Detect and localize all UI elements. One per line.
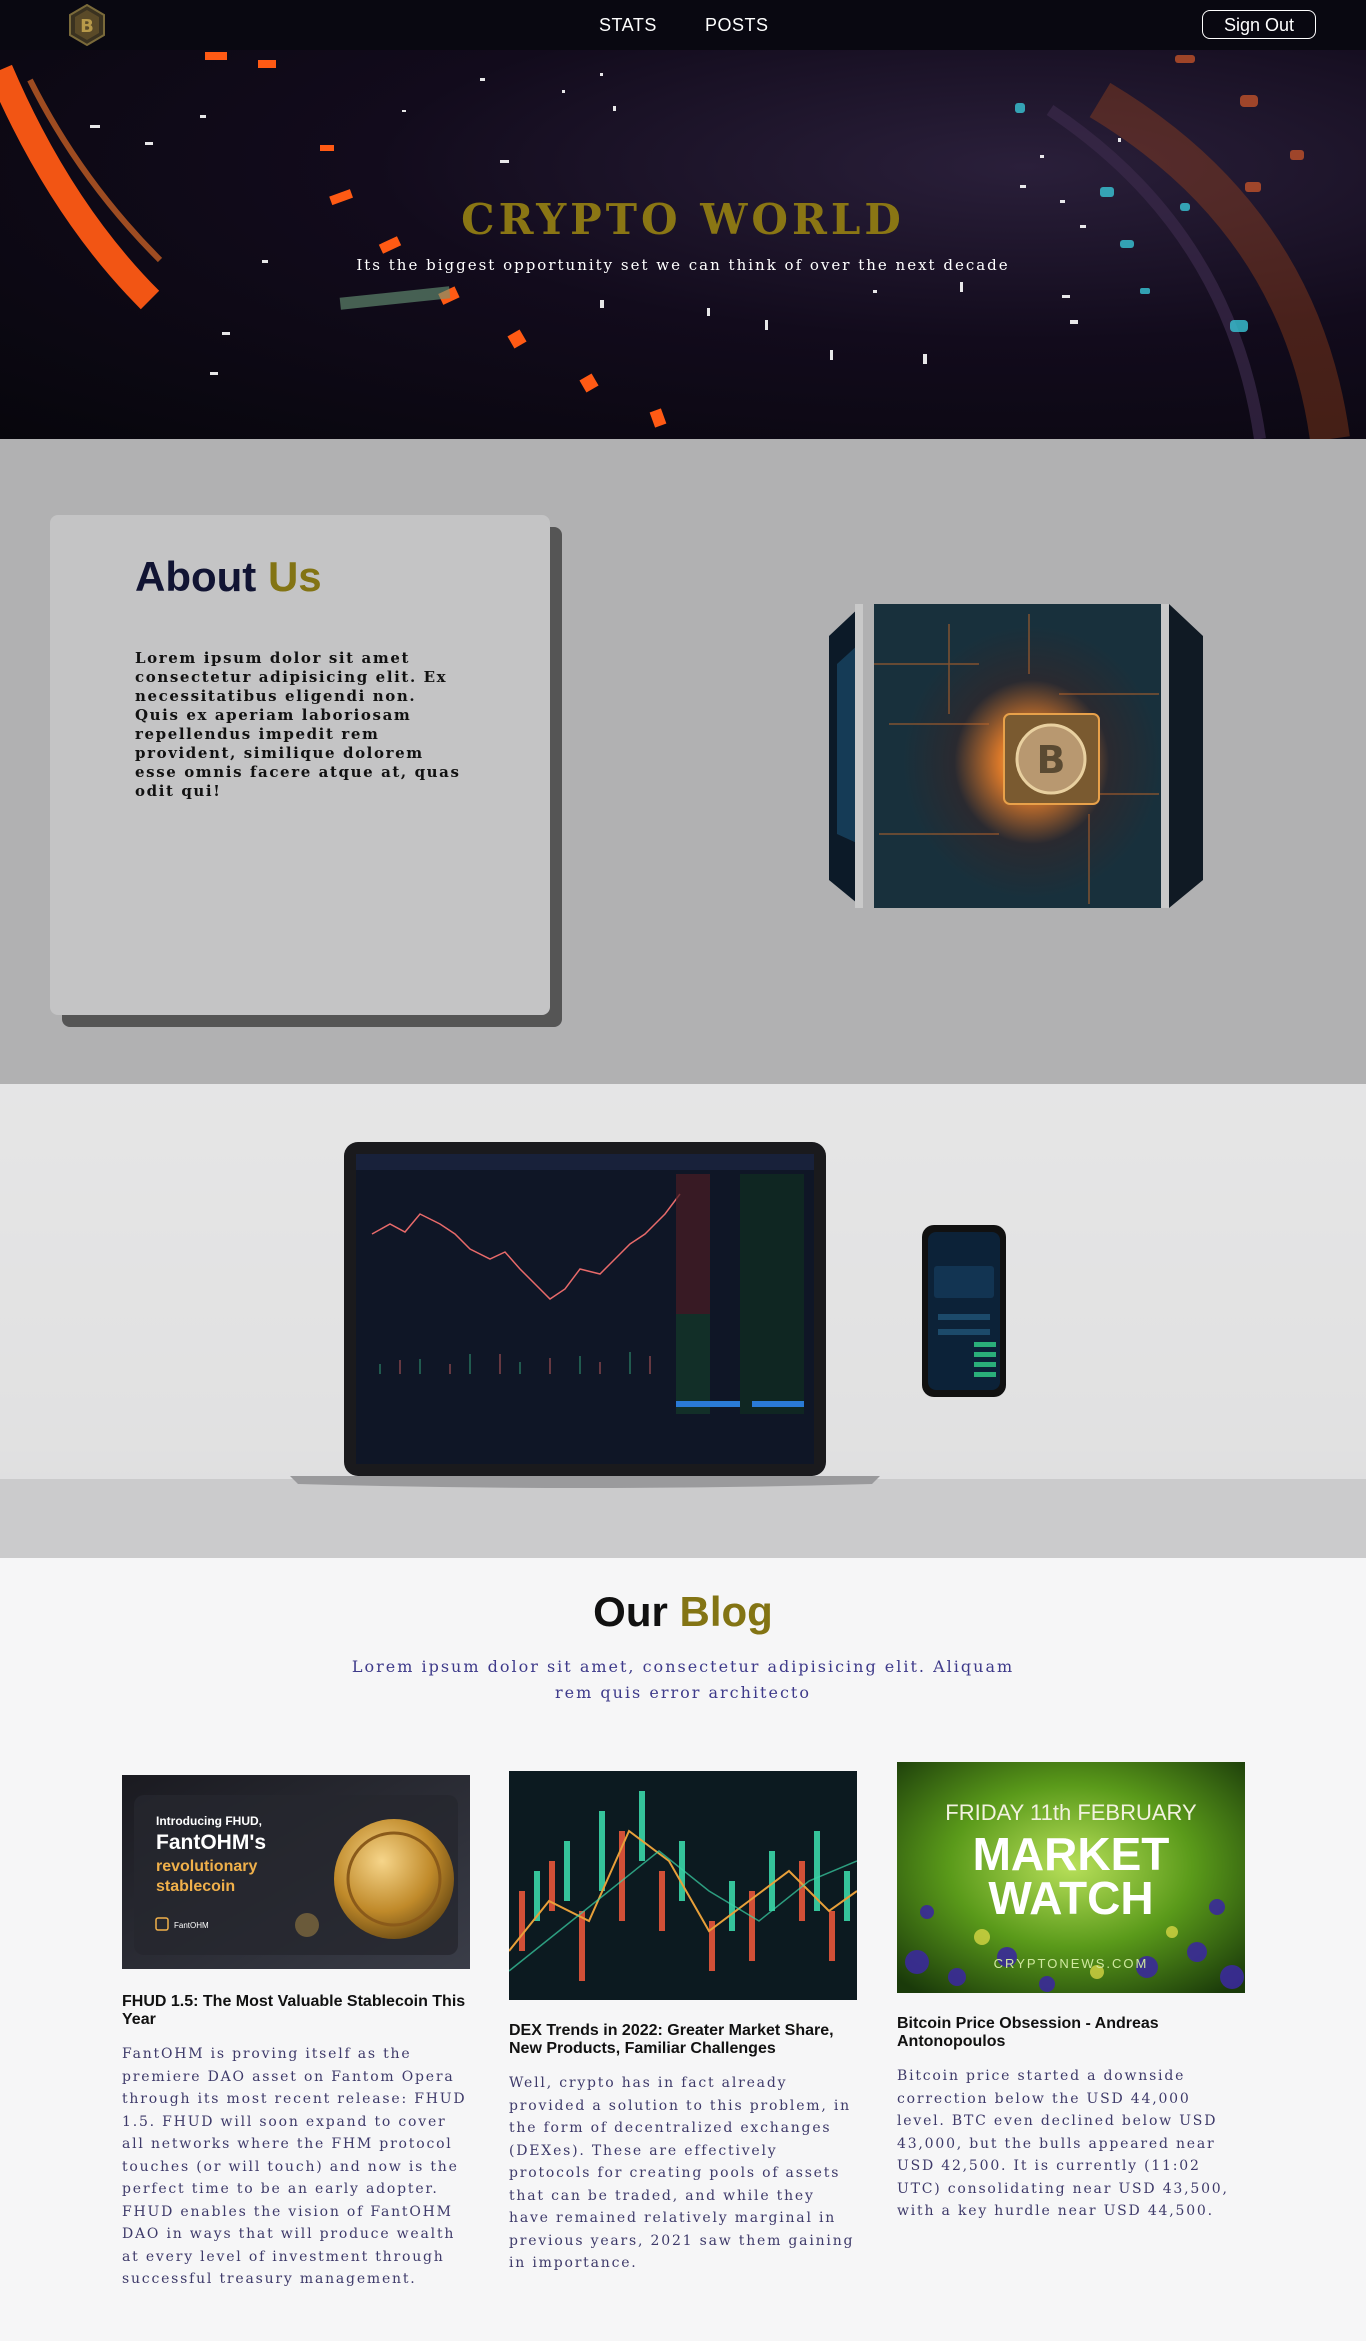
about-card: About Us Lorem ipsum dolor sit amet cons… [50, 515, 550, 1015]
devices-showcase-image [0, 1084, 1366, 1558]
blog-post-text: Well, crypto has in fact already provide… [509, 2075, 855, 2271]
blog-title-highlight: Blog [679, 1588, 773, 1635]
hero-title: CRYPTO WORLD [461, 195, 905, 244]
blog-post-text: Bitcoin price started a downside correct… [897, 2068, 1229, 2219]
hero-background-image [0, 52, 1350, 439]
about-section: About Us Lorem ipsum dolor sit amet cons… [0, 439, 1366, 1084]
fhud-stablecoin-image[interactable]: Introducing FHUD, FantOHM's revolutionar… [122, 1775, 470, 1969]
bitcoin-chip-cube-image: B [829, 604, 1203, 908]
blog-post-title[interactable]: FHUD 1.5: The Most Valuable Stablecoin T… [122, 1993, 470, 2029]
top-nav: B STATS POSTS Sign Out [0, 0, 1366, 50]
market-watch-date-text: FRIDAY 11th FEBRUARY [945, 1800, 1197, 1825]
blog-post-title[interactable]: Bitcoin Price Obsession - Andreas Antono… [897, 2015, 1245, 2051]
blog-section: Our Blog Lorem ipsum dolor sit amet, con… [0, 1558, 1366, 2341]
bitcoin-logo-icon[interactable]: B [68, 3, 106, 47]
blog-post-card[interactable]: Introducing FHUD, FantOHM's revolutionar… [122, 1775, 470, 2291]
fhud-image-text-5: FantOHM [174, 1921, 209, 1930]
hero-subtitle: Its the biggest opportunity set we can t… [356, 256, 1010, 274]
blog-post-card[interactable]: FRIDAY 11th FEBRUARY MARKET WATCH CRYPTO… [897, 1762, 1245, 2223]
fhud-image-text-2: FantOHM's [156, 1831, 266, 1854]
blog-post-card[interactable]: DEX Trends in 2022: Greater Market Share… [509, 1771, 857, 2275]
fhud-image-text-3: revolutionary [156, 1858, 257, 1875]
market-watch-image[interactable]: FRIDAY 11th FEBRUARY MARKET WATCH CRYPTO… [897, 1762, 1245, 1993]
about-text: Lorem ipsum dolor sit amet consectetur a… [135, 649, 461, 800]
market-watch-line-2: WATCH [988, 1872, 1153, 1924]
about-title-highlight: Us [267, 553, 322, 600]
nav-link-posts[interactable]: POSTS [705, 15, 769, 36]
svg-text:B: B [1037, 738, 1066, 782]
blog-post-title[interactable]: DEX Trends in 2022: Greater Market Share… [509, 2022, 857, 2058]
about-title-main: About [135, 553, 257, 600]
fhud-image-text-4: stablecoin [156, 1878, 235, 1895]
blog-title-main: Our [593, 1588, 668, 1635]
svg-text:B: B [80, 16, 94, 37]
blog-post-text: FantOHM is proving itself as the premier… [122, 2046, 467, 2287]
nav-link-stats[interactable]: STATS [599, 15, 657, 36]
sign-out-button[interactable]: Sign Out [1202, 10, 1316, 39]
dex-trading-chart-image[interactable] [509, 1771, 857, 2000]
market-watch-source: CRYPTONEWS.COM [994, 1956, 1149, 1971]
blog-subtitle: Lorem ipsum dolor sit amet, consectetur … [351, 1657, 1015, 1702]
blog-title: Our Blog [0, 1588, 1366, 1636]
about-title: About Us [135, 553, 322, 601]
fhud-image-text-1: Introducing FHUD, [156, 1814, 262, 1828]
hero-banner: CRYPTO WORLD Its the biggest opportunity… [0, 50, 1366, 439]
